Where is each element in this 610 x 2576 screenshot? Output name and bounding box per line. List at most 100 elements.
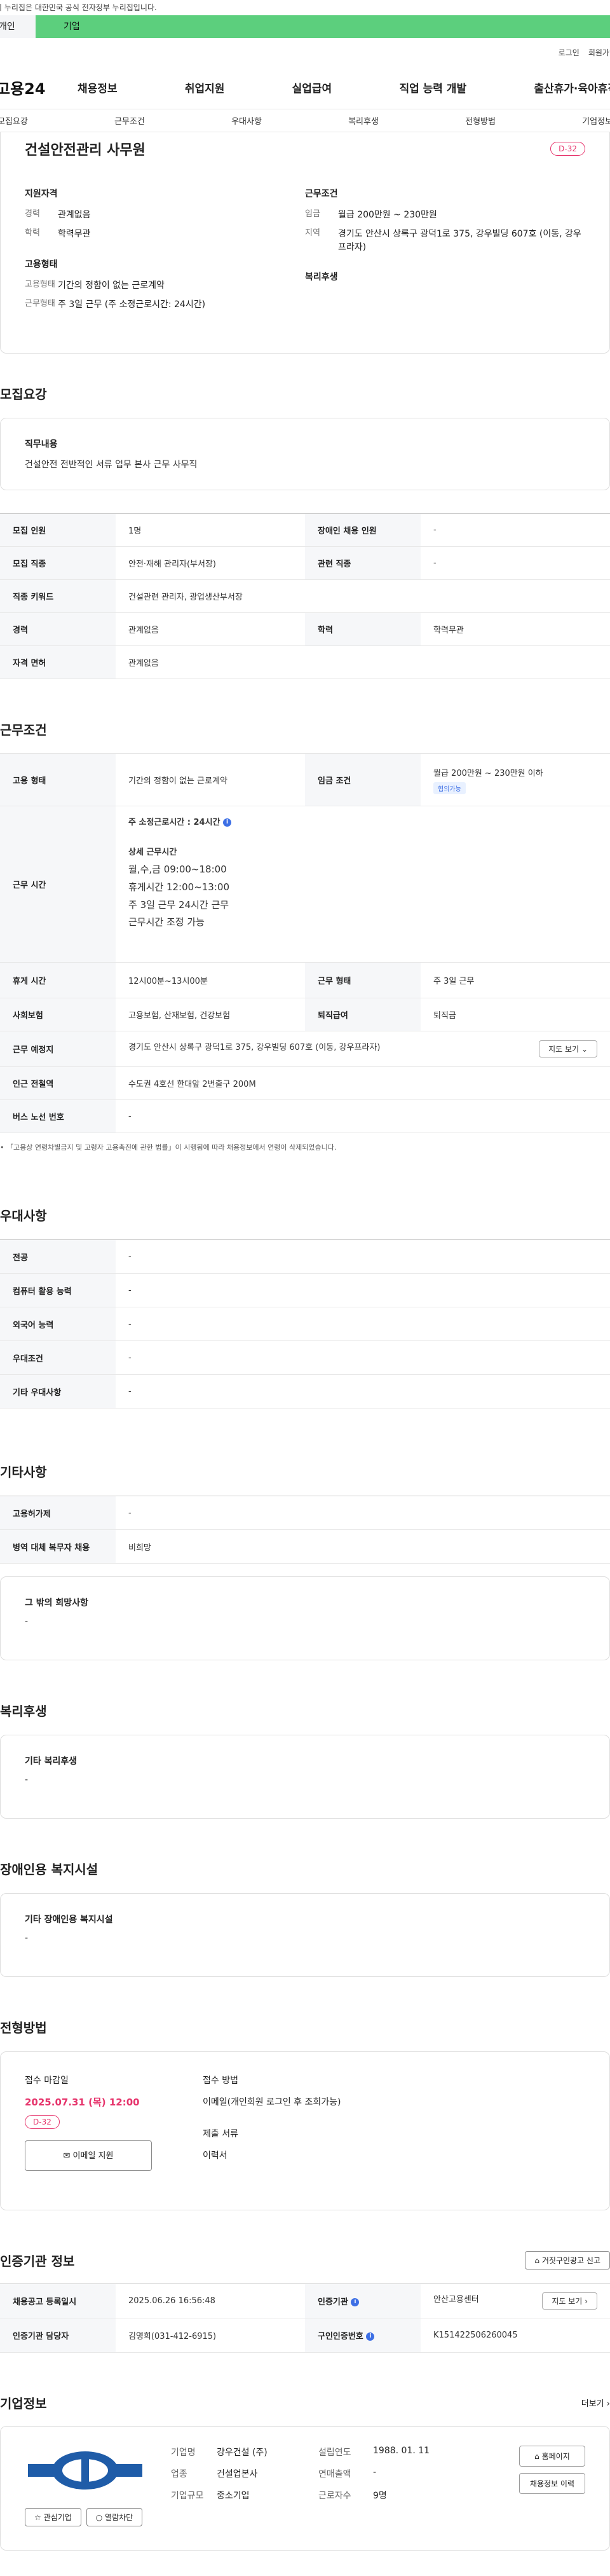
table-row: 자격 면허 관계없음 [0,645,610,679]
cell-label: 구인인증번호 i [305,2318,421,2353]
gnb-item[interactable]: 직업 능력 개발 [399,79,466,95]
cell-value: - [116,1239,610,1274]
cell-label: 근무 형태 [305,962,421,998]
table-row: 인근 전철역 수도권 4호선 한대앞 2번출구 200M [0,1066,610,1100]
company-info: 기업명 강우건설 (주) 설립연도 1988. 01. 11 업종 건설업본사 연매출… [171,2446,519,2531]
cell-value: 김영희(031-412-6915) [116,2318,305,2353]
subnav-selection[interactable]: 전형방법 [465,114,496,127]
work-heading: 근무조건 [0,722,47,738]
cell-label: 업종 [171,2469,187,2479]
detail-line: 휴게시간 12:00~13:00 [128,881,229,893]
cell-label: 사회보험 [0,998,116,1031]
emp-type-label: 고용형태 [25,279,55,289]
info-icon[interactable]: i [223,818,232,827]
cell-value: - [116,1496,610,1530]
gnb-item[interactable]: 출산휴가·육아휴직 [534,79,610,95]
cell-value: 수도권 4호선 한대앞 2번출구 200M [116,1066,610,1100]
info-icon[interactable]: i [351,2298,360,2306]
edu-value: 학력무관 [58,229,91,240]
cell-label: 모집 인원 [0,513,116,547]
duty-text: 건설안전 전반적인 서류 업무 본사 근무 사무직 [25,460,198,470]
gnb-item[interactable]: 취업지원 [185,79,225,95]
site-logo[interactable]: 고용24 [0,76,78,99]
cell-label: 관련 직종 [305,546,421,580]
pref-table: 전공 - 컴퓨터 활용 능력 - 외국어 능력 - 우대조건 - 기타 우대사항 - [0,1239,610,1409]
disab-section: 장애인용 복지시설 기타 장애인용 복지시설 - [0,1819,610,1977]
chevron-down-icon: ⌄ [581,1045,588,1054]
cell-value: - [116,1340,610,1375]
email-apply-button[interactable]: ✉ 이메일 지원 [25,2140,152,2171]
report-button[interactable]: ⌂ 거짓구인광고 신고 [525,2251,610,2269]
cell-label: 인증기관 i [305,2283,421,2318]
report-label: 거짓구인광고 신고 [541,2256,600,2265]
subnav-work[interactable]: 근무조건 [114,114,145,127]
job-summary-card: 건설안전관리 사무원 D-32 지원자격 경력 관계없음 학력 학력무관 고용형태 … [0,132,610,354]
job-history-button[interactable]: 채용정보 이력 [518,2473,585,2494]
method-value: 이메일(개인회원 로그인 후 조회가능) [203,2097,341,2107]
table-row: 병역 대체 복무자 채용 비희망 [0,1529,610,1564]
gnb-item[interactable]: 실업급여 [292,79,332,95]
cell-value: 주 3일 근무 [421,962,610,998]
tab-corporate[interactable]: 기업 [36,15,610,38]
company-section: 기업정보 더보기 › ☆ 관심기업 ○ 열람차단 기업명 강우건설 (주) 설립연… [0,2353,610,2576]
etc-table: 고용허가제 - 병역 대체 복무자 채용 비희망 [0,1496,610,1564]
subnav-recruit[interactable]: 모집요강 [0,114,28,127]
org-map-button[interactable]: 지도 보기 › [542,2292,597,2310]
detail-line: 월,수,금 09:00~18:00 [128,864,227,875]
table-row: 휴게 시간 12시00분~13시00분 근무 형태 주 3일 근무 [0,962,610,998]
bullet-icon: • [0,1143,6,1152]
login-link[interactable]: 로그인 [559,47,580,58]
footnote-text: 「고용상 연령차별금지 및 고령자 고용촉진에 관한 법률」이 시행됨에 따라 … [6,1143,337,1152]
more-label: 더보기 [581,2399,604,2409]
qual-heading: 지원자격 [25,189,58,199]
cell-value: 비희망 [116,1529,610,1564]
cell-label: 장애인 채용 인원 [305,513,421,547]
wage-text: 월급 200만원 ~ 230만원 이하 [433,768,543,778]
est-year: 1988. 01. 11 [373,2446,430,2456]
recruit-heading: 모집요강 [0,387,47,402]
info-icon[interactable]: i [366,2332,375,2341]
disab-heading: 장애인용 복지시설 [0,1862,98,1877]
work-section: 근무조건 고용 형태 기간의 정함이 없는 근로계약 임금 조건 월급 200만원… [0,679,610,1152]
cell-label: 우대조건 [0,1340,116,1375]
table-row: 사회보험 고용보험, 산재보험, 건강보험 퇴직급여 퇴직금 [0,998,610,1031]
map-button[interactable]: 지도 보기 ⌄ [539,1040,597,1057]
num-label: 구인인증번호 [318,2332,363,2341]
subnav-company[interactable]: 기업정보 [582,114,610,127]
chevron-right-icon: › [606,2399,610,2409]
emp-heading: 고용형태 [25,259,58,270]
homepage-button[interactable]: ⌂ 홈페이지 [518,2446,585,2467]
cell-label: 퇴직급여 [305,998,421,1031]
career-value: 관계없음 [58,210,91,220]
company-logo [25,2446,146,2497]
cell-value: 퇴직금 [421,998,610,1031]
cell-label: 임금 조건 [305,754,421,806]
cell-label: 모집 직종 [0,546,116,580]
cell-label: 인증기관 담당자 [0,2318,116,2353]
pref-heading: 우대사항 [0,1208,47,1223]
table-row: 인증기관 담당자 김영희(031-412-6915) 구인인증번호 i K1514… [0,2318,610,2353]
org-cell: 안산고용센터 지도 보기 › [421,2283,610,2318]
section-nav: 모집요강 근무조건 우대사항 복리후생 전형방법 기업정보 [0,109,610,132]
detail-heading: 상세 근무시간 [128,848,177,857]
cell-label: 전공 [0,1239,116,1274]
cell-value: - [116,1099,610,1133]
industry: 건설업본사 [217,2469,258,2479]
home-icon: ⌂ [534,2256,542,2265]
table-row: 전공 - [0,1239,610,1274]
more-link[interactable]: 더보기 › [581,2397,610,2409]
detail-line: 근무시간 조정 가능 [128,916,205,928]
table-row: 모집 인원 1명 장애인 채용 인원 - [0,513,610,547]
signup-link[interactable]: 회원가입 [588,47,610,58]
cell-value: 관계없음 [116,612,305,646]
favorite-company-button[interactable]: ☆ 관심기업 [25,2508,81,2526]
subnav-pref[interactable]: 우대사항 [231,114,262,127]
block-view-button[interactable]: ○ 열람차단 [86,2508,143,2526]
cell-value: 고용보험, 산재보험, 건강보험 [116,998,305,1031]
tab-personal[interactable]: 개인 [0,15,36,38]
subnav-welfare[interactable]: 복리후생 [348,114,379,127]
home-icon: ⌂ [534,2452,542,2461]
gnb-item[interactable]: 채용정보 [78,79,118,95]
cell-value: 2025.06.26 16:56:48 [116,2283,305,2318]
cell-value: 관계없음 [116,645,610,679]
